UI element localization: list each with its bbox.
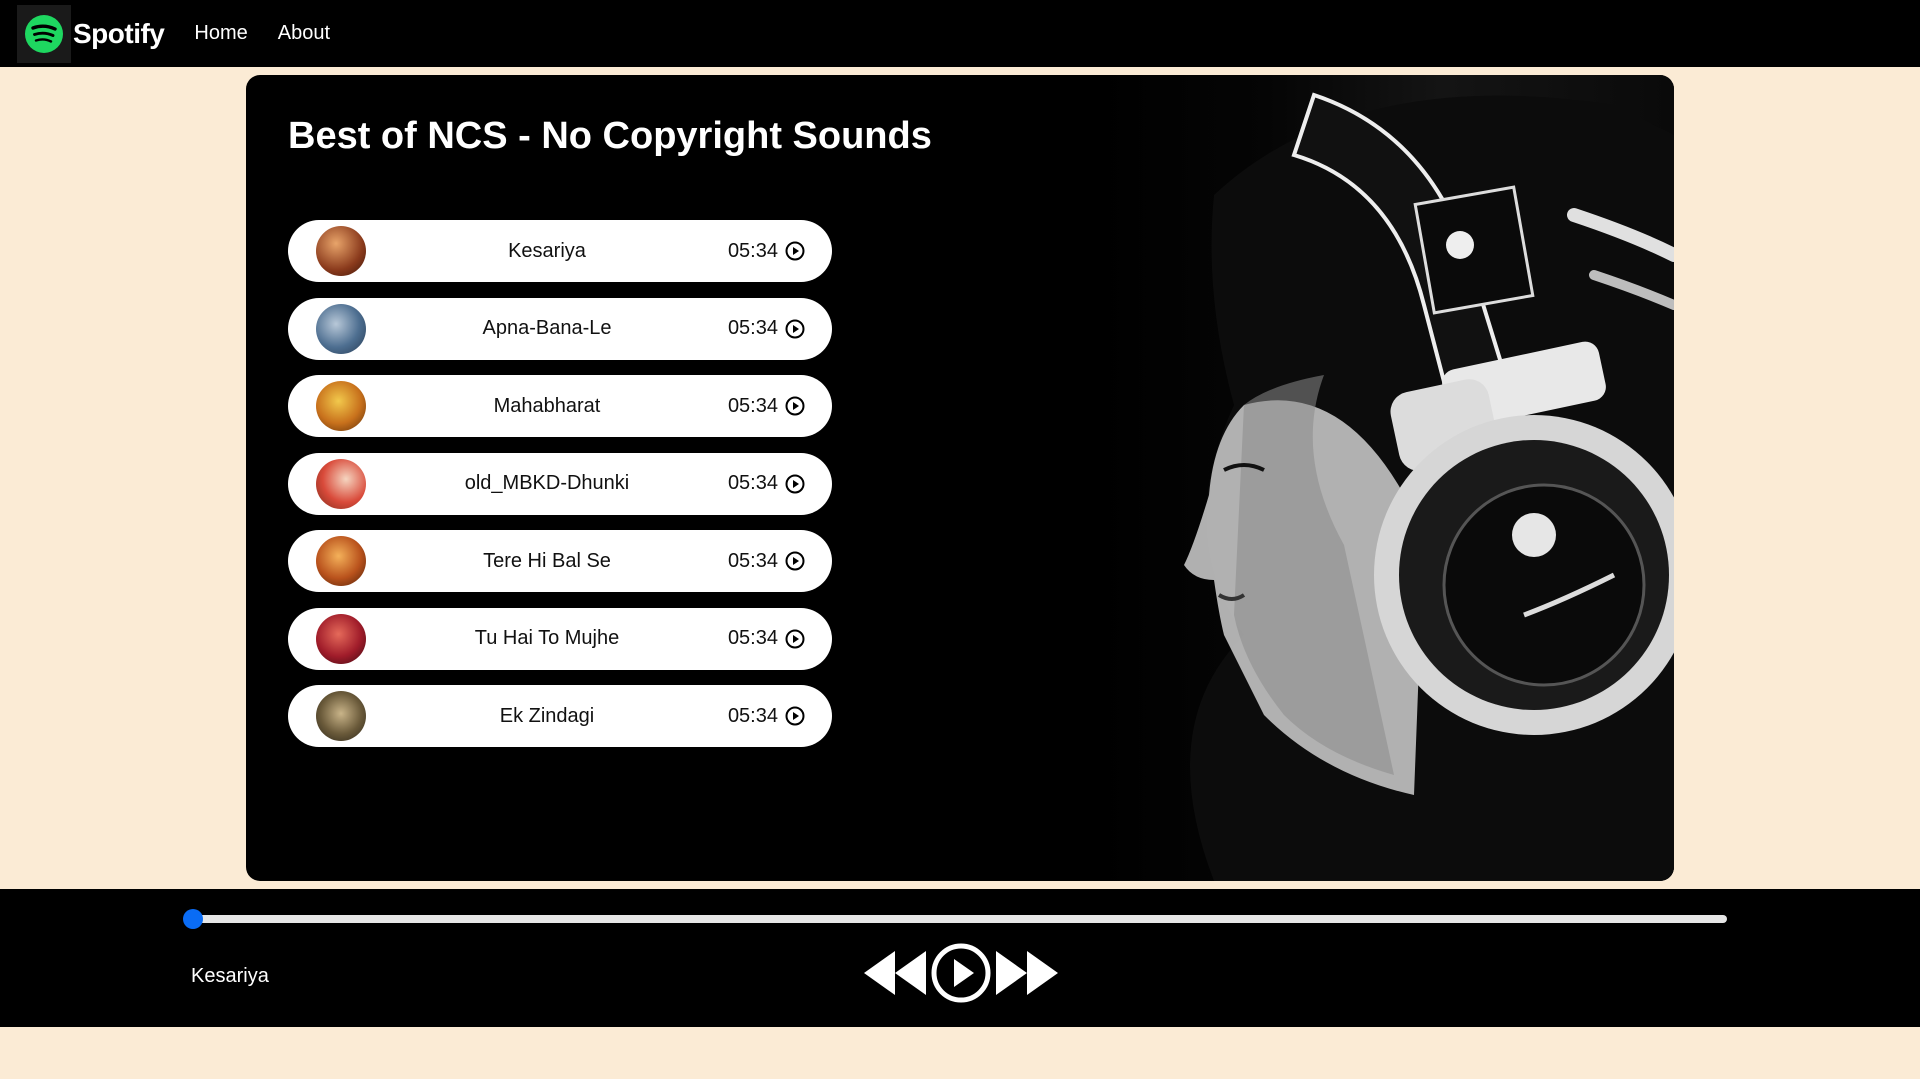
playback-controls	[862, 942, 1060, 1009]
progress-slider[interactable]	[183, 909, 1727, 929]
headphones-illustration	[1184, 92, 1674, 881]
play-circle-icon[interactable]	[785, 241, 805, 261]
play-circle-icon[interactable]	[785, 474, 805, 494]
nav-about-link[interactable]: About	[278, 22, 330, 45]
play-circle-icon[interactable]	[785, 629, 805, 649]
song-duration: 05:34	[727, 239, 778, 262]
play-circle-icon[interactable]	[930, 942, 992, 1009]
song-duration: 05:34	[727, 704, 778, 727]
song-duration: 05:34	[727, 317, 778, 339]
now-playing-title: Kesariya	[191, 965, 269, 987]
play-circle-icon[interactable]	[785, 319, 805, 339]
song-duration: 05:34	[727, 472, 778, 494]
song-item[interactable]: Mahabharat 05:34	[288, 375, 832, 437]
brand[interactable]: Spotify	[17, 4, 165, 63]
navbar: Spotify Home About	[0, 0, 1920, 67]
song-item[interactable]: Tu Hai To Mujhe 05:34	[288, 607, 832, 670]
backward-icon[interactable]	[862, 950, 928, 1001]
song-list[interactable]: Kesariya 05:34 Apna-Bana-Le 05:34 Mahabh…	[288, 220, 832, 803]
playlist-title: Best of NCS - No Copyright Sounds	[288, 115, 932, 157]
song-item[interactable]: Ek Zindagi 05:34	[288, 685, 832, 747]
player-bar: Kesariya	[0, 889, 1920, 1027]
song-duration: 05:34	[727, 394, 778, 417]
play-circle-icon[interactable]	[785, 551, 805, 571]
song-item[interactable]: Tere Hi Bal Se 05:34	[288, 530, 832, 592]
song-item[interactable]: Apna-Bana-Le 05:34	[288, 297, 832, 360]
progress-track	[193, 915, 1727, 923]
progress-thumb[interactable]	[183, 909, 203, 929]
forward-icon[interactable]	[994, 950, 1060, 1001]
play-circle-icon[interactable]	[785, 706, 805, 726]
hero-image	[1094, 75, 1674, 881]
brand-name: Spotify	[73, 17, 165, 49]
play-circle-icon[interactable]	[785, 396, 805, 416]
nav-home-link[interactable]: Home	[194, 22, 247, 45]
song-duration: 05:34	[727, 627, 778, 649]
song-item[interactable]: Kesariya 05:34	[288, 220, 832, 282]
song-item[interactable]: old_MBKD-Dhunki 05:34	[288, 452, 832, 515]
playlist-container: Best of NCS - No Copyright Sounds Kesari…	[246, 75, 1674, 881]
song-duration: 05:34	[727, 549, 778, 572]
spotify-logo-icon	[17, 4, 71, 63]
